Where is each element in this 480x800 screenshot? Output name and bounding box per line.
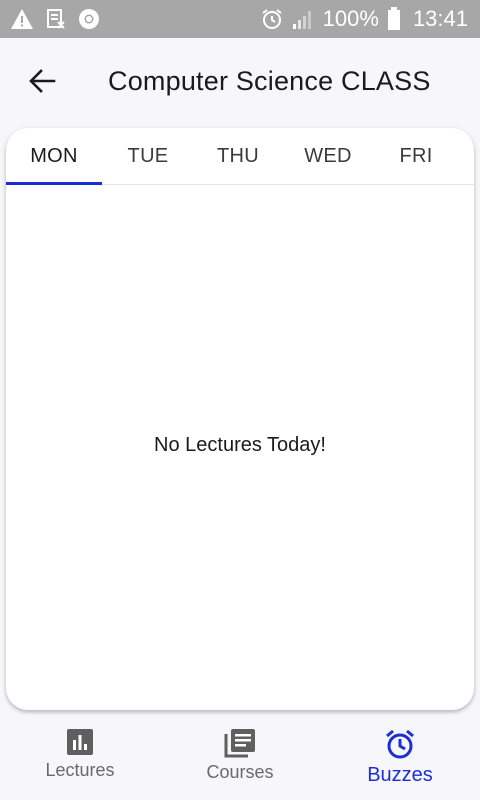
tab-fri[interactable]: FRI <box>374 128 458 184</box>
screenshot-icon <box>46 8 66 30</box>
tab-wed[interactable]: WED <box>282 128 374 184</box>
warning-icon <box>10 8 34 30</box>
empty-state-message: No Lectures Today! <box>154 434 326 456</box>
battery-percent: 100% <box>322 6 379 31</box>
arrow-back-icon <box>28 67 56 95</box>
status-bar-system: 100% 13:41 <box>261 6 468 32</box>
bottom-navigation: Lectures Courses Buzzes <box>0 718 480 800</box>
back-button[interactable] <box>12 51 72 111</box>
alarm-icon <box>261 8 283 30</box>
clock: 13:41 <box>412 6 468 31</box>
nav-item-courses[interactable]: Courses <box>160 718 320 800</box>
app-bar: Computer Science CLASS <box>0 38 480 124</box>
chrome-icon <box>78 8 100 30</box>
schedule-card: MON TUE THU WED FRI No Lectures Today! <box>6 128 474 710</box>
signal-icon <box>291 8 315 30</box>
page-title: Computer Science CLASS <box>108 65 431 96</box>
tab-thu[interactable]: THU <box>194 128 282 184</box>
tab-mon[interactable]: MON <box>6 128 102 185</box>
status-bar: 100% 13:41 <box>0 0 480 38</box>
alarm-clock-icon <box>384 728 416 760</box>
status-bar-notifications <box>10 8 100 30</box>
battery-icon <box>387 7 401 31</box>
bar-chart-icon <box>66 728 94 756</box>
nav-item-lectures[interactable]: Lectures <box>0 718 160 800</box>
nav-item-buzzes[interactable]: Buzzes <box>320 718 480 800</box>
nav-label-courses: Courses <box>206 762 274 782</box>
library-books-icon <box>224 728 256 758</box>
tab-tue[interactable]: TUE <box>102 128 194 184</box>
day-tabs: MON TUE THU WED FRI <box>6 128 474 185</box>
nav-label-buzzes: Buzzes <box>367 764 433 786</box>
nav-label-lectures: Lectures <box>45 760 115 780</box>
